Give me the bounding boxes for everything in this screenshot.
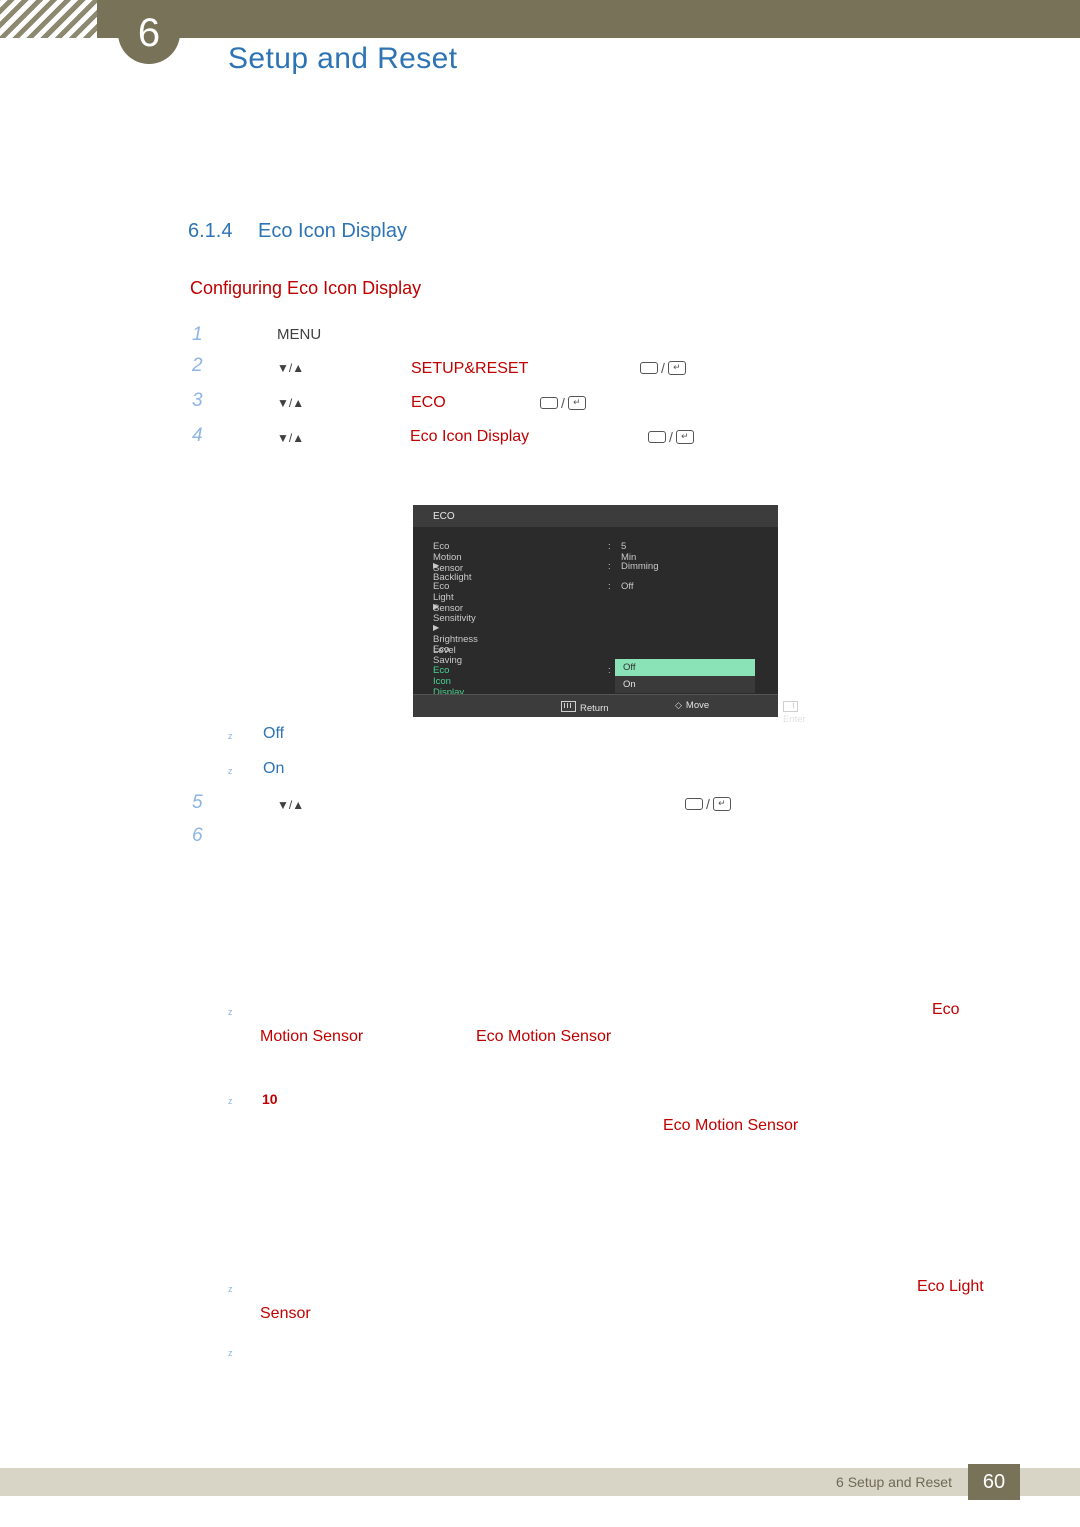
header-bar xyxy=(97,0,1080,38)
bullet-icon: z xyxy=(228,1096,233,1106)
bullet-icon: z xyxy=(228,766,233,776)
step-3-button-icons: / ↵ xyxy=(540,395,586,411)
bullet-icon: z xyxy=(228,1007,233,1017)
osd-title-bar: ECO xyxy=(413,505,778,528)
osd-title-text: ECO xyxy=(433,511,455,522)
note-eco-light-label: Eco Light xyxy=(917,1278,984,1295)
menu-button-icon xyxy=(685,798,703,811)
submenu-arrow-icon: ▶ xyxy=(433,561,440,570)
step-1-label: MENU xyxy=(277,326,322,343)
osd-dropdown-option-selected[interactable]: Off xyxy=(615,659,755,676)
osd-row-value: 5 Min xyxy=(621,541,637,563)
submenu-arrow-icon: ▶ xyxy=(433,623,440,632)
osd-row-label-wrap: ▶Sensitivity xyxy=(433,602,476,624)
footer-hatch-decoration xyxy=(0,1468,97,1496)
step-4-label: Eco Icon Display xyxy=(410,428,530,445)
page-title: Setup and Reset xyxy=(228,42,458,75)
section-number: 6.1.4 xyxy=(188,220,233,242)
osd-dropdown-option-label: On xyxy=(623,679,636,690)
step-2-label: SETUP&RESET xyxy=(411,360,529,377)
submenu-arrow-icon: ▶ xyxy=(433,602,440,611)
note-ten-label: 10 xyxy=(262,1091,278,1107)
option-on-label: On xyxy=(263,760,285,777)
menu-button-icon xyxy=(648,431,666,444)
step-2-arrow-keys: ▼/▲ xyxy=(277,361,305,375)
note-eco-label: Eco xyxy=(932,1001,960,1018)
enter-button-icon: ↵ xyxy=(675,430,694,445)
step-3-label: ECO xyxy=(411,394,446,411)
osd-dropdown[interactable]: Off On xyxy=(615,659,755,695)
step-2-button-icons: / ↵ xyxy=(640,360,686,376)
note-eco-motion-sensor-label: Eco Motion Sensor xyxy=(476,1028,612,1045)
osd-move-label: Move xyxy=(685,700,710,711)
chapter-number-badge: 6 xyxy=(118,2,180,64)
subsection-title: Configuring Eco Icon Display xyxy=(190,278,422,298)
enter-button-icon: ↵ xyxy=(712,797,731,812)
osd-row-value: Off xyxy=(621,581,634,592)
enter-button-icon: ↵ xyxy=(567,396,586,411)
note-eco-motion-sensor-label-2: Eco Motion Sensor xyxy=(663,1117,799,1134)
step-3-arrow-keys: ▼/▲ xyxy=(277,396,305,410)
step-4-button-icons: / ↵ xyxy=(648,429,694,445)
option-off-label: Off xyxy=(263,725,285,742)
step-5-arrow-keys: ▼/▲ xyxy=(277,798,305,812)
enter-button-icon xyxy=(783,701,798,712)
step-number-5: 5 xyxy=(192,792,203,813)
osd-return-hint: Return xyxy=(561,700,609,714)
step-number-2: 2 xyxy=(192,355,203,376)
osd-row-value: Dimming xyxy=(621,561,659,572)
step-number-1: 1 xyxy=(192,324,203,345)
header-hatch-decoration xyxy=(0,0,97,38)
osd-dropdown-option[interactable]: On xyxy=(615,676,755,693)
enter-button-icon: ↵ xyxy=(667,361,686,376)
osd-move-hint: ◇ Move xyxy=(675,700,709,711)
bullet-icon: z xyxy=(228,1348,233,1358)
step-number-3: 3 xyxy=(192,390,203,411)
footer-page-number: 60 xyxy=(968,1464,1020,1500)
menu-button-icon xyxy=(540,397,558,410)
osd-enter-hint: Enter xyxy=(783,700,806,725)
step-number-4: 4 xyxy=(192,425,203,446)
osd-enter-label: Enter xyxy=(783,714,806,725)
footer-chapter-text: 6 Setup and Reset xyxy=(836,1474,952,1490)
section-title: Eco Icon Display xyxy=(258,220,407,242)
osd-row-label: Eco Saving xyxy=(433,644,463,666)
move-diamond-icon: ◇ xyxy=(675,700,682,710)
osd-row-colon: : xyxy=(608,665,611,676)
osd-row-colon: : xyxy=(608,541,611,552)
osd-footer-bar: Return ◇ Move Enter xyxy=(413,694,806,725)
osd-return-label: Return xyxy=(580,703,609,714)
step-4-arrow-keys: ▼/▲ xyxy=(277,431,305,445)
osd-row-colon: : xyxy=(608,561,611,572)
bullet-icon: z xyxy=(228,731,233,741)
osd-row-colon: : xyxy=(608,581,611,592)
osd-dropdown-option-label: Off xyxy=(623,662,636,673)
menu-button-icon xyxy=(640,362,658,375)
bullet-icon: z xyxy=(228,1284,233,1294)
step-5-button-icons: / ↵ xyxy=(685,796,731,812)
note-motion-sensor-label: Motion Sensor xyxy=(260,1028,364,1045)
step-number-6: 6 xyxy=(192,825,203,846)
menu-button-icon xyxy=(561,701,576,712)
osd-row-label-wrap: ▶Backlight xyxy=(433,561,472,583)
note-sensor-label: Sensor xyxy=(260,1305,311,1322)
